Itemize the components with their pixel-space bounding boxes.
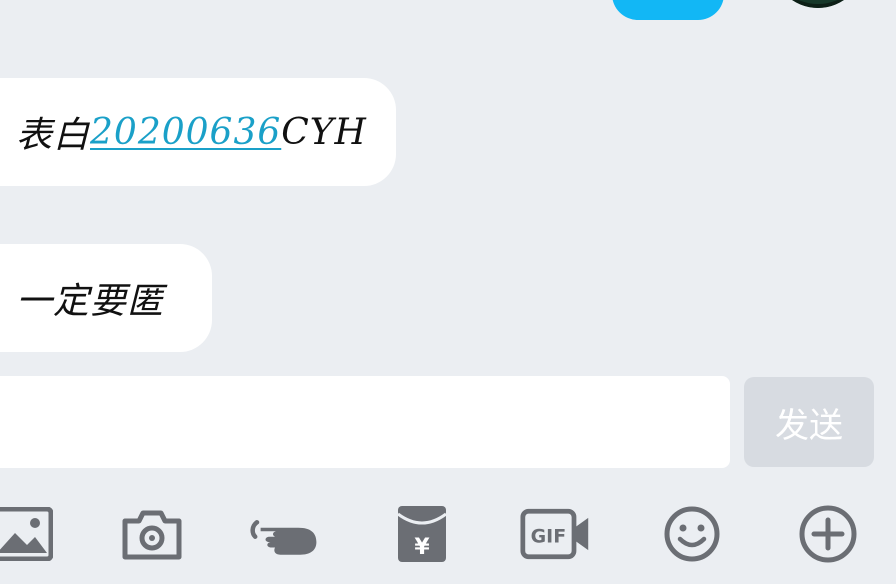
send-button[interactable]: 发送 <box>744 377 874 467</box>
received-message-bubble[interactable]: 表白 20200636 CYH <box>0 78 396 186</box>
avatar[interactable] <box>772 0 864 8</box>
gif-button[interactable]: GIF <box>520 498 592 570</box>
received-message-bubble[interactable]: 一定要匿 <box>0 244 212 352</box>
image-button[interactable] <box>0 498 58 570</box>
emoji-icon <box>664 506 720 562</box>
chat-toolbar: ¥ GIF <box>0 488 896 584</box>
red-packet-icon: ¥ <box>397 506 447 562</box>
red-packet-symbol: ¥ <box>414 535 430 560</box>
message-text: 表白 <box>16 115 91 156</box>
more-button[interactable] <box>792 498 864 570</box>
gif-label: GIF <box>531 526 567 548</box>
camera-icon <box>122 510 182 560</box>
message-text: 一定要匿 <box>16 281 165 322</box>
avatar-border <box>772 0 864 8</box>
chat-screen: 表白 20200636 CYH 一定要匿 发送 ¥ GIF <box>0 0 896 584</box>
message-input[interactable] <box>0 376 730 468</box>
message-link[interactable]: 20200636 <box>90 112 281 153</box>
red-packet-button[interactable]: ¥ <box>386 498 458 570</box>
sent-message-bubble[interactable] <box>612 0 724 20</box>
plus-icon <box>799 505 857 563</box>
message-text: CYH <box>281 111 367 153</box>
poke-hand-icon <box>250 520 317 555</box>
camera-button[interactable] <box>116 498 188 570</box>
emoji-button[interactable] <box>656 498 728 570</box>
image-icon <box>0 507 53 561</box>
gif-icon: GIF <box>520 508 589 560</box>
poke-button[interactable] <box>248 498 320 570</box>
